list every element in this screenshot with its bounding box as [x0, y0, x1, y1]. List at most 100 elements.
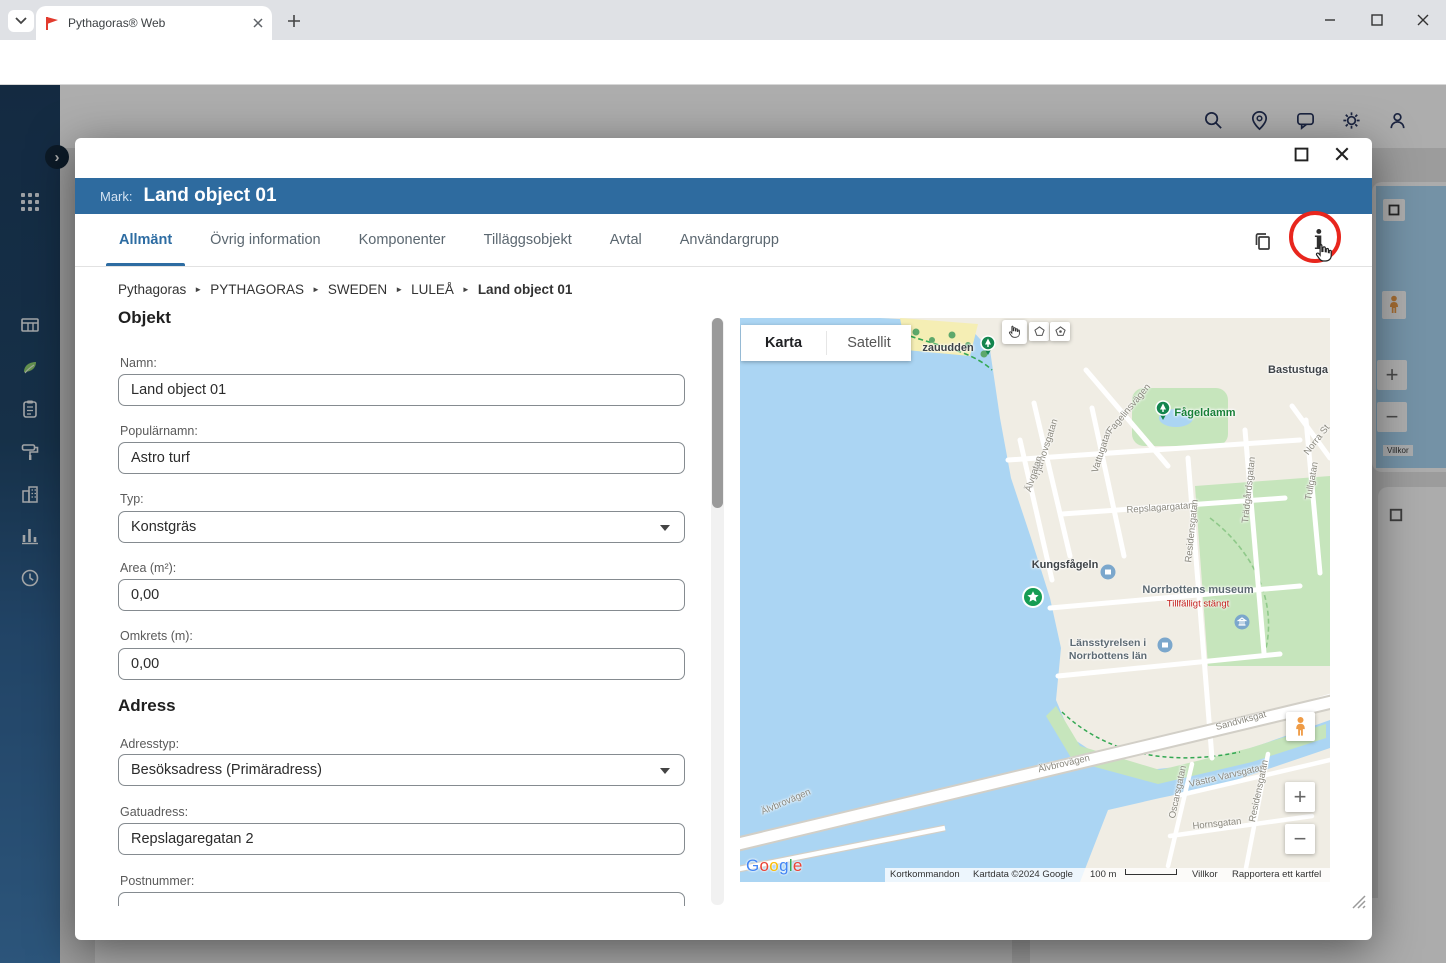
breadcrumb-current: Land object 01 [477, 282, 573, 297]
maximize-icon [1294, 147, 1308, 161]
government-label: Norrbottens län [1068, 650, 1148, 662]
tab-title: Pythagoras® Web [68, 16, 166, 30]
area-label: Area (m²): [120, 561, 177, 575]
dialog-close-button[interactable] [1331, 143, 1353, 165]
logo-letter: e [792, 856, 803, 875]
pan-tool-button[interactable] [1002, 320, 1027, 344]
breadcrumb-separator: ► [461, 285, 470, 294]
browser-toolbar: pim.pythagoras.se/py_datamanager_interna… [0, 40, 1446, 118]
keyboard-shortcuts-link[interactable]: Kortkommandon [890, 869, 960, 880]
tab-contracts[interactable]: Avtal [591, 214, 661, 266]
type-label: Typ: [120, 492, 144, 506]
map-data-text: Kartdata ©2024 Google [973, 869, 1073, 880]
street-address-label: Gatuadress: [120, 805, 189, 819]
street-address-input[interactable]: Repslagaregatan 2 [118, 823, 685, 855]
breadcrumb: Pythagoras ► PYTHAGORAS ► SWEDEN ► LULEÅ… [118, 282, 572, 297]
resize-handle[interactable] [1351, 894, 1367, 910]
logo-letter: g [779, 856, 789, 875]
tab-search-button[interactable] [8, 10, 34, 32]
object-dialog: Mark: Land object 01 Allmänt Övrig infor… [75, 138, 1372, 940]
minimize-icon [1325, 19, 1335, 21]
government-marker[interactable] [1157, 637, 1173, 653]
address-type-select[interactable]: Besöksadress (Primäradress) [118, 754, 685, 786]
museum-label: Norrbottens museum [1142, 584, 1254, 596]
tab-components[interactable]: Komponenter [340, 214, 465, 266]
copy-button[interactable] [1251, 230, 1273, 252]
logo-letter: G [746, 856, 760, 875]
tab-other-info[interactable]: Övrig information [191, 214, 339, 266]
close-icon [1417, 14, 1429, 26]
park-label: Fågeldamm [1174, 407, 1236, 419]
section-object: Objekt [118, 308, 171, 327]
zip-code-input[interactable] [118, 892, 685, 906]
tab-close-icon[interactable] [252, 17, 264, 29]
pegman-button[interactable] [1286, 712, 1315, 741]
tab-user-group[interactable]: Användargrupp [661, 214, 798, 266]
type-select[interactable]: Konstgräs [118, 511, 685, 543]
map-type-satellite-button[interactable]: Satellit [827, 335, 911, 351]
browser-tabstrip: Pythagoras® Web [0, 0, 1446, 40]
terms-link[interactable]: Villkor [1192, 869, 1218, 880]
draw-polygon-button[interactable] [1029, 322, 1049, 341]
window-close-button[interactable] [1411, 8, 1435, 32]
scale-bar [1125, 869, 1177, 875]
logo-letter: o [769, 856, 780, 875]
window-minimize-button[interactable] [1318, 8, 1342, 32]
breadcrumb-root[interactable]: Pythagoras [118, 282, 186, 297]
section-address: Adress [118, 696, 176, 715]
copy-icon [1255, 233, 1270, 250]
breadcrumb-country[interactable]: SWEDEN [328, 282, 387, 297]
place-label: zauudden [922, 342, 974, 354]
place-label: Bastustuga [1268, 364, 1328, 376]
star-marker[interactable] [1021, 585, 1045, 609]
zoom-out-button[interactable]: − [1285, 824, 1315, 854]
info-button[interactable]: i [1309, 224, 1329, 258]
dialog-maximize-button[interactable] [1292, 145, 1310, 163]
perimeter-label: Omkrets (m): [120, 629, 193, 643]
museum-marker[interactable] [1234, 614, 1250, 630]
plus-icon [288, 15, 300, 27]
dialog-title: Land object 01 [143, 185, 277, 206]
government-label: Länsstyrelsen i [1069, 637, 1147, 649]
hand-icon [1008, 325, 1020, 338]
chevron-down-icon [15, 17, 27, 25]
place-label: Kungsfågeln [1031, 559, 1099, 571]
browser-tab[interactable]: Pythagoras® Web [36, 6, 272, 40]
breadcrumb-company[interactable]: PYTHAGORAS [210, 282, 304, 297]
logo-letter: o [759, 856, 770, 875]
window-maximize-button[interactable] [1365, 8, 1389, 32]
object-type-label: Mark: [100, 188, 133, 204]
chevron-down-icon [660, 768, 670, 774]
pegman-icon [1296, 716, 1305, 736]
polygon-dot-icon [1054, 326, 1066, 336]
breadcrumb-city[interactable]: LULEÅ [411, 282, 454, 297]
browser-window: Pythagoras® Web + − Villkor › Mark: Land… [0, 0, 1446, 963]
tab-additional-objects[interactable]: Tilläggsobjekt [465, 214, 591, 266]
scrollbar-thumb[interactable] [712, 318, 723, 508]
pythagoras-favicon [46, 17, 58, 30]
popular-name-input[interactable]: Astro turf [118, 442, 685, 474]
perimeter-input[interactable]: 0,00 [118, 648, 685, 680]
google-logo: Google [746, 856, 803, 876]
map-type-control: Karta Satellit [741, 325, 911, 361]
tab-general[interactable]: Allmänt [100, 214, 191, 266]
museum-status-label: Tillfälligt stängt [1166, 598, 1230, 610]
report-error-link[interactable]: Rapportera ett kartfel [1232, 869, 1321, 880]
polygon-icon [1033, 326, 1045, 336]
area-input[interactable]: 0,00 [118, 579, 685, 611]
close-icon [1335, 147, 1349, 161]
breadcrumb-separator: ► [312, 285, 320, 294]
type-value: Konstgräs [131, 519, 197, 535]
zoom-in-button[interactable]: + [1285, 782, 1315, 812]
name-input[interactable]: Land object 01 [118, 374, 685, 406]
map-type-map-button[interactable]: Karta [741, 335, 826, 351]
draw-shape-button[interactable] [1050, 322, 1070, 341]
new-tab-button[interactable] [284, 11, 304, 31]
form-scrollbar[interactable] [711, 318, 724, 905]
tree-marker[interactable] [1155, 400, 1171, 420]
tree-marker[interactable] [980, 335, 996, 355]
chevron-down-icon [660, 525, 670, 531]
breadcrumb-separator: ► [395, 285, 404, 294]
dialog-title-bar: Mark: Land object 01 [75, 178, 1372, 214]
poi-marker[interactable] [1100, 564, 1116, 580]
